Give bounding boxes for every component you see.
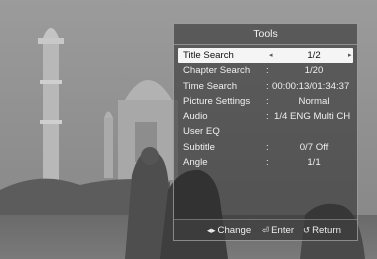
enter-icon: ⏎ [262,225,270,235]
key-hints: ◂▸ Change ⏎ Enter ↺ Return [174,219,357,240]
return-icon: ↺ [303,225,311,235]
menu-item-label: Time Search [183,80,238,92]
menu-item-user-eq[interactable]: User EQ [178,124,353,139]
menu-item-label: Subtitle [183,141,215,153]
menu-items: Title Search ◂ 1/2 ▸ Chapter Search : 1/… [174,45,357,170]
menu-item-subtitle[interactable]: Subtitle : 0/7 Off [178,140,353,155]
left-right-arrows-icon: ◂▸ [207,225,216,235]
return-hint: ↺ Return [303,220,341,241]
menu-item-colon: : [266,111,269,123]
menu-item-value: 1/1 [307,157,321,169]
menu-item-label: Angle [183,157,208,169]
menu-item-value: 1/4 ENG Multi CH [274,111,351,123]
menu-item-audio[interactable]: Audio : 1/4 ENG Multi CH [178,109,353,124]
menu-item-colon: : [266,80,269,92]
menu-item-value: 00:00:13/01:34:37 [272,80,350,92]
menu-item-label: Audio [183,111,208,123]
menu-item-colon: : [266,95,269,107]
menu-item-value: 0/7 Off [299,141,329,153]
menu-item-picture-settings[interactable]: Picture Settings : Normal [178,94,353,109]
menu-item-title-search[interactable]: Title Search ◂ 1/2 ▸ [178,48,353,64]
menu-item-value: 1/2 [307,50,321,61]
menu-item-label: Picture Settings [183,95,251,107]
enter-label: Enter [271,225,295,236]
menu-item-value: 1/20 [304,65,324,77]
change-hint: ◂▸ Change [207,220,251,241]
arrow-left-icon[interactable]: ◂ [269,48,273,63]
return-label: Return [312,225,341,236]
menu-item-chapter-search[interactable]: Chapter Search : 1/20 [178,63,353,78]
menu-item-angle[interactable]: Angle : 1/1 [178,155,353,170]
change-label: Change [217,225,252,236]
menu-item-label: Title Search [183,50,234,61]
menu-item-label: User EQ [183,126,220,138]
enter-hint: ⏎ Enter [262,220,294,241]
arrow-right-icon[interactable]: ▸ [348,48,352,63]
menu-item-time-search[interactable]: Time Search : 00:00:13/01:34:37 [178,79,353,94]
menu-item-value: Normal [298,95,330,107]
tools-menu: Tools Title Search ◂ 1/2 ▸ Chapter Searc… [173,23,358,241]
menu-item-colon: : [266,141,269,153]
menu-title: Tools [174,24,357,45]
menu-item-label: Chapter Search [183,65,251,77]
menu-item-colon: : [266,65,269,77]
menu-item-colon: : [266,157,269,169]
